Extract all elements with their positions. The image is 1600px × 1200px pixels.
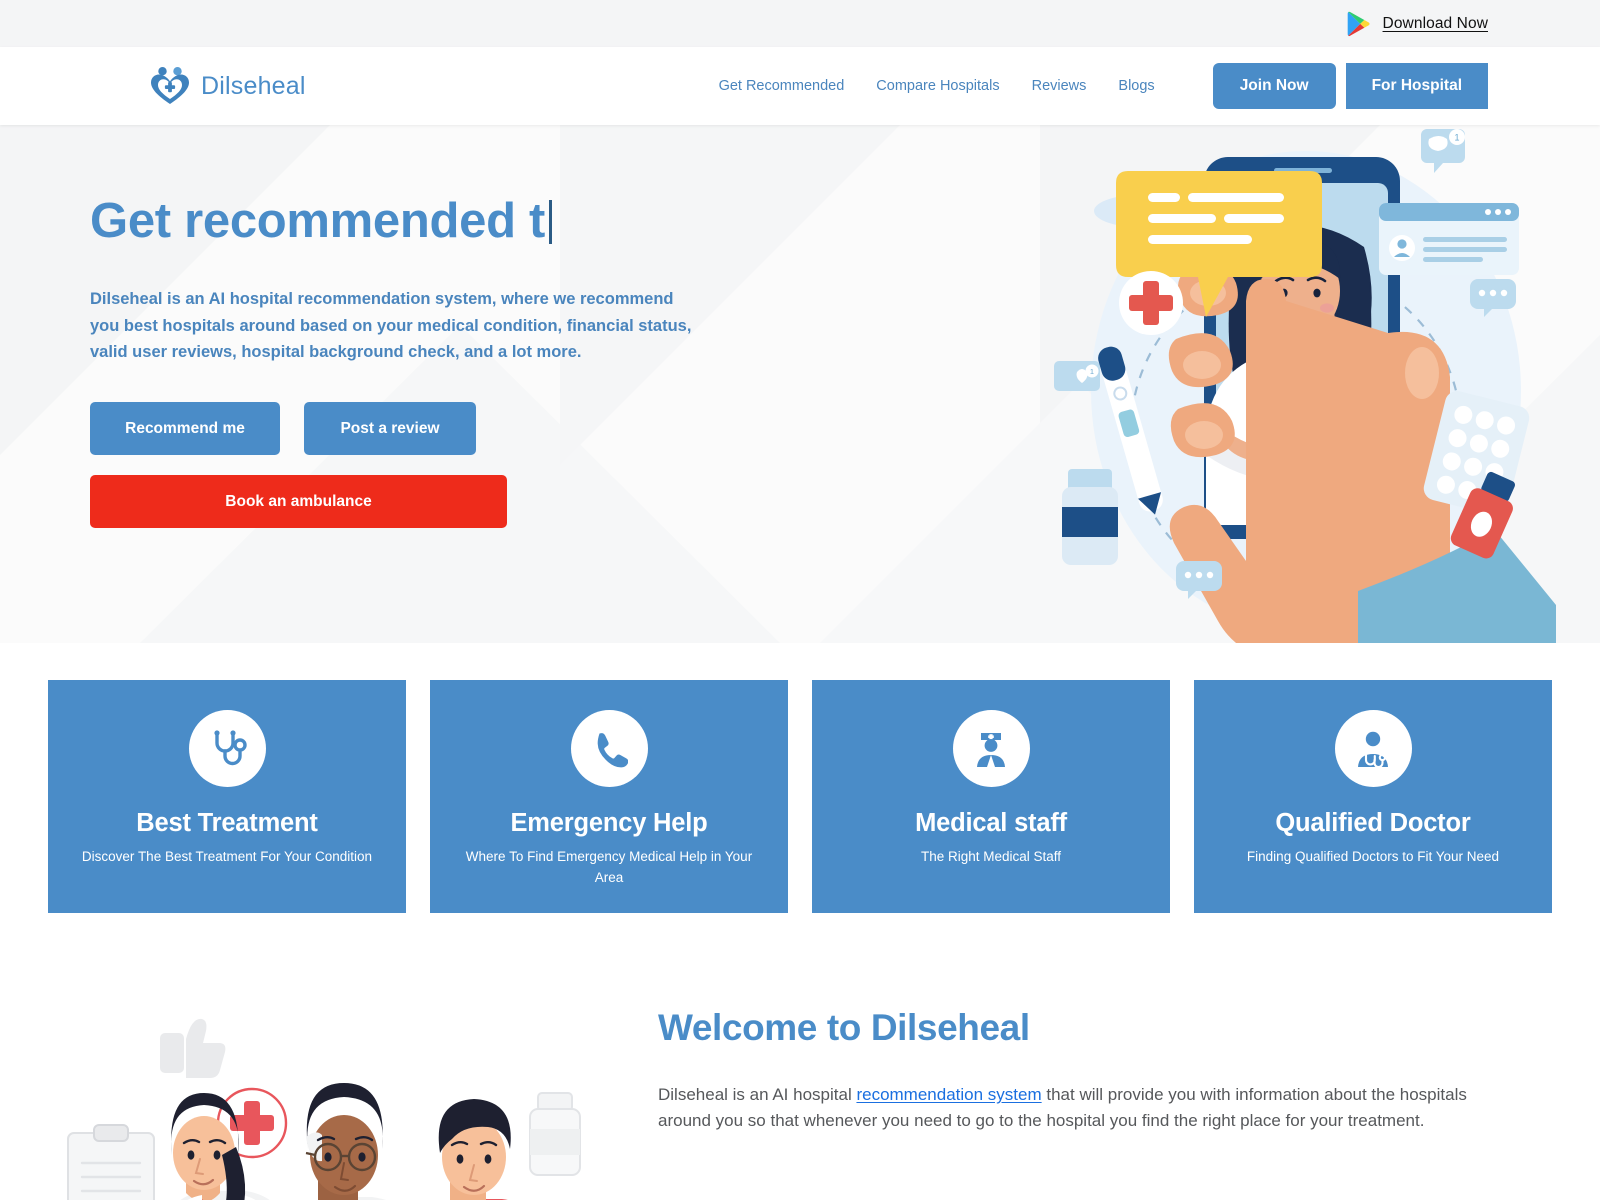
welcome-title: Welcome to Dilseheal	[658, 1007, 1030, 1048]
medical-team-illustration	[67, 1018, 581, 1200]
feature-title: Qualified Doctor	[1275, 809, 1471, 837]
hero-content: Get recommended t Dilseheal is an AI hos…	[0, 125, 700, 529]
hero-title: Get recommended t	[90, 194, 700, 249]
hero-subtitle: Dilseheal is an AI hospital recommendati…	[90, 289, 692, 362]
feature-description: Where To Find Emergency Medical Help in …	[465, 849, 753, 885]
welcome-section: Welcome to Dilseheal Dilseheal is an AI …	[0, 913, 1600, 1200]
feature-description: Discover The Best Treatment For Your Con…	[81, 849, 373, 864]
join-now-button[interactable]: Join Now	[1212, 63, 1336, 109]
feature-card-qualified-doctor[interactable]: Qualified Doctor Finding Qualified Docto…	[1194, 680, 1552, 913]
recommend-me-button[interactable]: Recommend me	[90, 402, 280, 456]
feature-title: Medical staff	[915, 809, 1067, 837]
hero-section: Get recommended t Dilseheal is an AI hos…	[0, 125, 1600, 643]
doctor-on-phone-telemedicine-illustration: 1 1	[1054, 129, 1556, 643]
nav-item-get-recommended[interactable]: Get Recommended	[719, 78, 845, 94]
brand-name: Dilseheal	[201, 71, 306, 100]
stethoscope-icon	[188, 710, 266, 787]
book-ambulance-button[interactable]: Book an ambulance	[90, 475, 507, 529]
nav-item-compare-hospitals[interactable]: Compare Hospitals	[876, 78, 999, 94]
feature-cards: Best Treatment Discover The Best Treatme…	[0, 643, 1600, 913]
feature-description: Finding Qualified Doctors to Fit Your Ne…	[1246, 849, 1500, 864]
feature-card-best-treatment[interactable]: Best Treatment Discover The Best Treatme…	[48, 680, 406, 913]
doctor-stethoscope-icon	[1334, 710, 1412, 787]
logo[interactable]: Dilseheal	[148, 66, 306, 106]
feature-description: The Right Medical Staff	[920, 849, 1062, 864]
main-nav: Get Recommended Compare Hospitals Review…	[719, 78, 1155, 94]
feature-title: Best Treatment	[136, 809, 318, 837]
site-header: Dilseheal Get Recommended Compare Hospit…	[0, 47, 1600, 125]
welcome-text-before: Dilseheal is an AI hospital	[658, 1085, 857, 1104]
for-hospital-button[interactable]: For Hospital	[1345, 63, 1488, 109]
download-now-link[interactable]: Download Now	[1383, 15, 1488, 33]
feature-card-medical-staff[interactable]: Medical staff The Right Medical Staff	[812, 680, 1170, 913]
post-a-review-button[interactable]: Post a review	[304, 402, 476, 456]
heart-people-medical-cross-logo	[151, 67, 189, 104]
welcome-body: Welcome to Dilseheal Dilseheal is an AI …	[658, 997, 1510, 1135]
feature-title: Emergency Help	[510, 809, 708, 837]
phone-call-icon	[570, 710, 648, 787]
top-bar: Download Now	[0, 0, 1600, 47]
nav-item-reviews[interactable]: Reviews	[1032, 78, 1087, 94]
header-cta-group: Join Now For Hospital	[1212, 63, 1488, 109]
svg-text:1: 1	[1454, 133, 1459, 143]
hero-button-row: Recommend me Post a review	[90, 402, 700, 456]
nurse-icon	[952, 710, 1030, 787]
feature-card-emergency-help[interactable]: Emergency Help Where To Find Emergency M…	[430, 680, 788, 913]
welcome-paragraph: Dilseheal is an AI hospital recommendati…	[658, 1082, 1510, 1135]
google-play-icon[interactable]	[1347, 11, 1371, 37]
typing-caret	[549, 200, 553, 244]
hero-button-group: Recommend me Post a review Book an ambul…	[90, 402, 700, 529]
hero-title-text: Get recommended t	[90, 194, 546, 248]
nav-item-blogs[interactable]: Blogs	[1118, 78, 1154, 94]
recommendation-system-link[interactable]: recommendation system	[856, 1085, 1041, 1104]
page-root: Download Now Dilseheal Get Recommended C…	[0, 0, 1600, 1200]
svg-text:1: 1	[1090, 367, 1094, 376]
